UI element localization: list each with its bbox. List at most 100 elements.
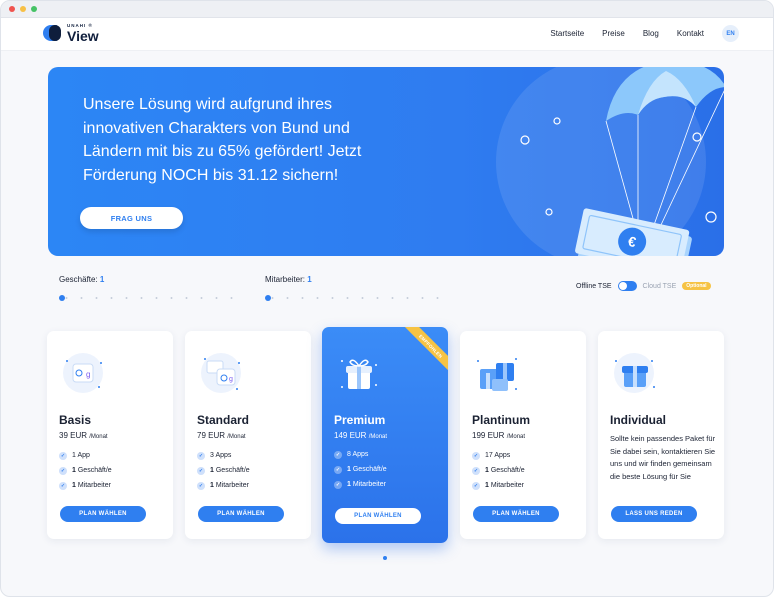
- carousel-indicator[interactable]: [383, 556, 387, 560]
- gift-box-icon: [341, 359, 377, 389]
- plan-features: ✓ 8 Apps ✓ 1 Geschäft/e ✓ 1 Mitarbeiter: [334, 447, 387, 492]
- staff-slider-ticks: [265, 297, 447, 299]
- check-icon: ✓: [59, 451, 67, 460]
- shops-slider[interactable]: [59, 295, 239, 301]
- feature-item: ✓ 1 Geschäft/e: [59, 466, 112, 475]
- plan-price-period: /Monat: [368, 434, 388, 440]
- nav-preise[interactable]: Preise: [602, 29, 625, 38]
- shops-slider-handle[interactable]: [59, 295, 65, 301]
- staff-value: 1: [307, 275, 312, 284]
- choose-plan-button[interactable]: PLAN WÄHLEN: [335, 508, 421, 524]
- plan-price-value: 39 EUR: [59, 431, 88, 440]
- plan-price-period: /Monat: [227, 434, 246, 440]
- contact-us-button[interactable]: LASS UNS REDEN: [611, 506, 697, 522]
- feature-item: ✓ 1 Mitarbeiter: [334, 480, 386, 489]
- staff-label-text: Mitarbeiter:: [265, 275, 306, 284]
- hero-text: Unsere Lösung wird aufgrund ihres innova…: [83, 96, 362, 184]
- main-nav: Startseite Preise Blog Kontakt EN: [550, 25, 739, 42]
- svg-text:g: g: [86, 370, 90, 379]
- plan-price-value: 79 EUR: [197, 431, 226, 440]
- check-icon: ✓: [59, 481, 67, 490]
- plan-title: Basis: [59, 413, 92, 427]
- check-icon: ✓: [334, 450, 342, 459]
- feature-item: ✓ 1 Geschäft/e: [472, 466, 525, 475]
- plan-card-premium: EMPFOHLEN Premium 149 EUR /Monat ✓ 8 Apps…: [322, 327, 448, 543]
- plan-description: Sollte kein passendes Paket für Sie dabe…: [610, 434, 716, 481]
- site-header: UNAHI ® View Startseite Preise Blog Kont…: [1, 18, 773, 51]
- language-switch[interactable]: EN: [722, 25, 739, 42]
- plan-price: 199 EUR /Monat: [472, 431, 525, 440]
- check-icon: ✓: [334, 480, 342, 489]
- staff-slider-handle[interactable]: [265, 295, 271, 301]
- shops-label: Geschäfte: 1: [59, 275, 104, 284]
- feature-item: ✓ 17 Apps: [472, 451, 511, 460]
- logo-name: View: [67, 27, 99, 44]
- plan-card-individual: Individual Sollte kein passendes Paket f…: [598, 331, 724, 539]
- plan-price: 149 EUR /Monat: [334, 431, 387, 440]
- feature-item: ✓ 8 Apps: [334, 450, 369, 459]
- shops-value: 1: [99, 275, 105, 284]
- tse-toggle-group: Offline TSE Cloud TSE Optional: [576, 281, 711, 291]
- recommended-ribbon: EMPFOHLEN: [402, 327, 448, 375]
- plan-price-value: 199 EUR: [472, 431, 505, 440]
- offline-tse-label: Offline TSE: [576, 282, 612, 290]
- plan-title: Standard: [197, 413, 250, 427]
- plan-price-period: /Monat: [506, 434, 526, 440]
- plan-price: 39 EUR /Monat: [59, 431, 108, 440]
- plan-title: Premium: [334, 413, 386, 427]
- logo[interactable]: UNAHI ® View: [43, 23, 99, 44]
- plan-title: Plantinum: [472, 413, 531, 427]
- optional-badge: Optional: [682, 282, 711, 290]
- feature-item: ✓ 1 App: [59, 451, 90, 460]
- app-grid-icon: g: [201, 353, 241, 393]
- nav-kontakt[interactable]: Kontakt: [677, 29, 704, 38]
- feature-item: ✓ 1 Mitarbeiter: [472, 481, 524, 490]
- gift-box-icon: [614, 353, 655, 393]
- parachute-money-icon: €: [520, 67, 724, 256]
- hero-banner: Unsere Lösung wird aufgrund ihres innova…: [48, 67, 724, 256]
- choose-plan-button[interactable]: PLAN WÄHLEN: [60, 506, 146, 522]
- svg-text:g: g: [229, 376, 233, 383]
- plan-card-plantinum: Plantinum 199 EUR /Monat ✓ 17 Apps ✓ 1 Ges…: [460, 331, 586, 539]
- check-icon: ✓: [472, 481, 480, 490]
- check-icon: ✓: [197, 466, 205, 475]
- check-icon: ✓: [472, 451, 480, 460]
- staff-label: Mitarbeiter: 1: [265, 275, 312, 284]
- shops-slider-ticks: [59, 297, 239, 299]
- ask-us-button[interactable]: FRAG UNS: [80, 207, 183, 229]
- cloud-tse-label: Cloud TSE: [642, 282, 677, 290]
- app-grid-icon: g: [63, 353, 103, 393]
- check-icon: ✓: [334, 465, 342, 474]
- nav-startseite[interactable]: Startseite: [550, 29, 584, 38]
- tse-toggle[interactable]: [617, 281, 637, 291]
- plan-price-period: /Monat: [89, 434, 108, 440]
- check-icon: ✓: [472, 466, 480, 475]
- logo-mark-icon: [43, 24, 61, 42]
- browser-title-bar: [1, 1, 773, 18]
- shops-label-text: Geschäfte:: [59, 275, 98, 284]
- plan-price: 79 EUR /Monat: [197, 431, 246, 440]
- plan-features: ✓ 1 App ✓ 1 Geschäft/e ✓ 1 Mitarbeiter: [59, 448, 112, 493]
- plan-price-value: 149 EUR: [334, 431, 367, 440]
- staff-slider[interactable]: [265, 295, 447, 301]
- check-icon: ✓: [197, 481, 205, 490]
- feature-item: ✓ 1 Geschäft/e: [334, 465, 387, 474]
- plan-title: Individual: [610, 413, 667, 427]
- feature-item: ✓ 1 Mitarbeiter: [197, 481, 249, 490]
- check-icon: ✓: [197, 451, 205, 460]
- choose-plan-button[interactable]: PLAN WÄHLEN: [473, 506, 559, 522]
- plan-features: ✓ 3 Apps ✓ 1 Geschäft/e ✓ 1 Mitarbeiter: [197, 448, 250, 493]
- feature-item: ✓ 1 Geschäft/e: [197, 466, 250, 475]
- plan-card-basis: g Basis 39 EUR /Monat ✓ 1 App ✓ 1 Geschäft…: [47, 331, 173, 539]
- plan-features: ✓ 17 Apps ✓ 1 Geschäft/e ✓ 1 Mitarbeiter: [472, 448, 525, 493]
- feature-item: ✓ 1 Mitarbeiter: [59, 481, 111, 490]
- check-icon: ✓: [59, 466, 67, 475]
- nav-blog[interactable]: Blog: [643, 29, 659, 38]
- feature-item: ✓ 3 Apps: [197, 451, 232, 460]
- choose-plan-button[interactable]: PLAN WÄHLEN: [198, 506, 284, 522]
- gift-boxes-icon: [477, 358, 517, 391]
- minimize-window-dot[interactable]: [20, 6, 26, 12]
- maximize-window-dot[interactable]: [31, 6, 37, 12]
- plan-card-standard: g Standard 79 EUR /Monat ✓ 3 Apps ✓ 1 Gesc…: [185, 331, 311, 539]
- close-window-dot[interactable]: [9, 6, 15, 12]
